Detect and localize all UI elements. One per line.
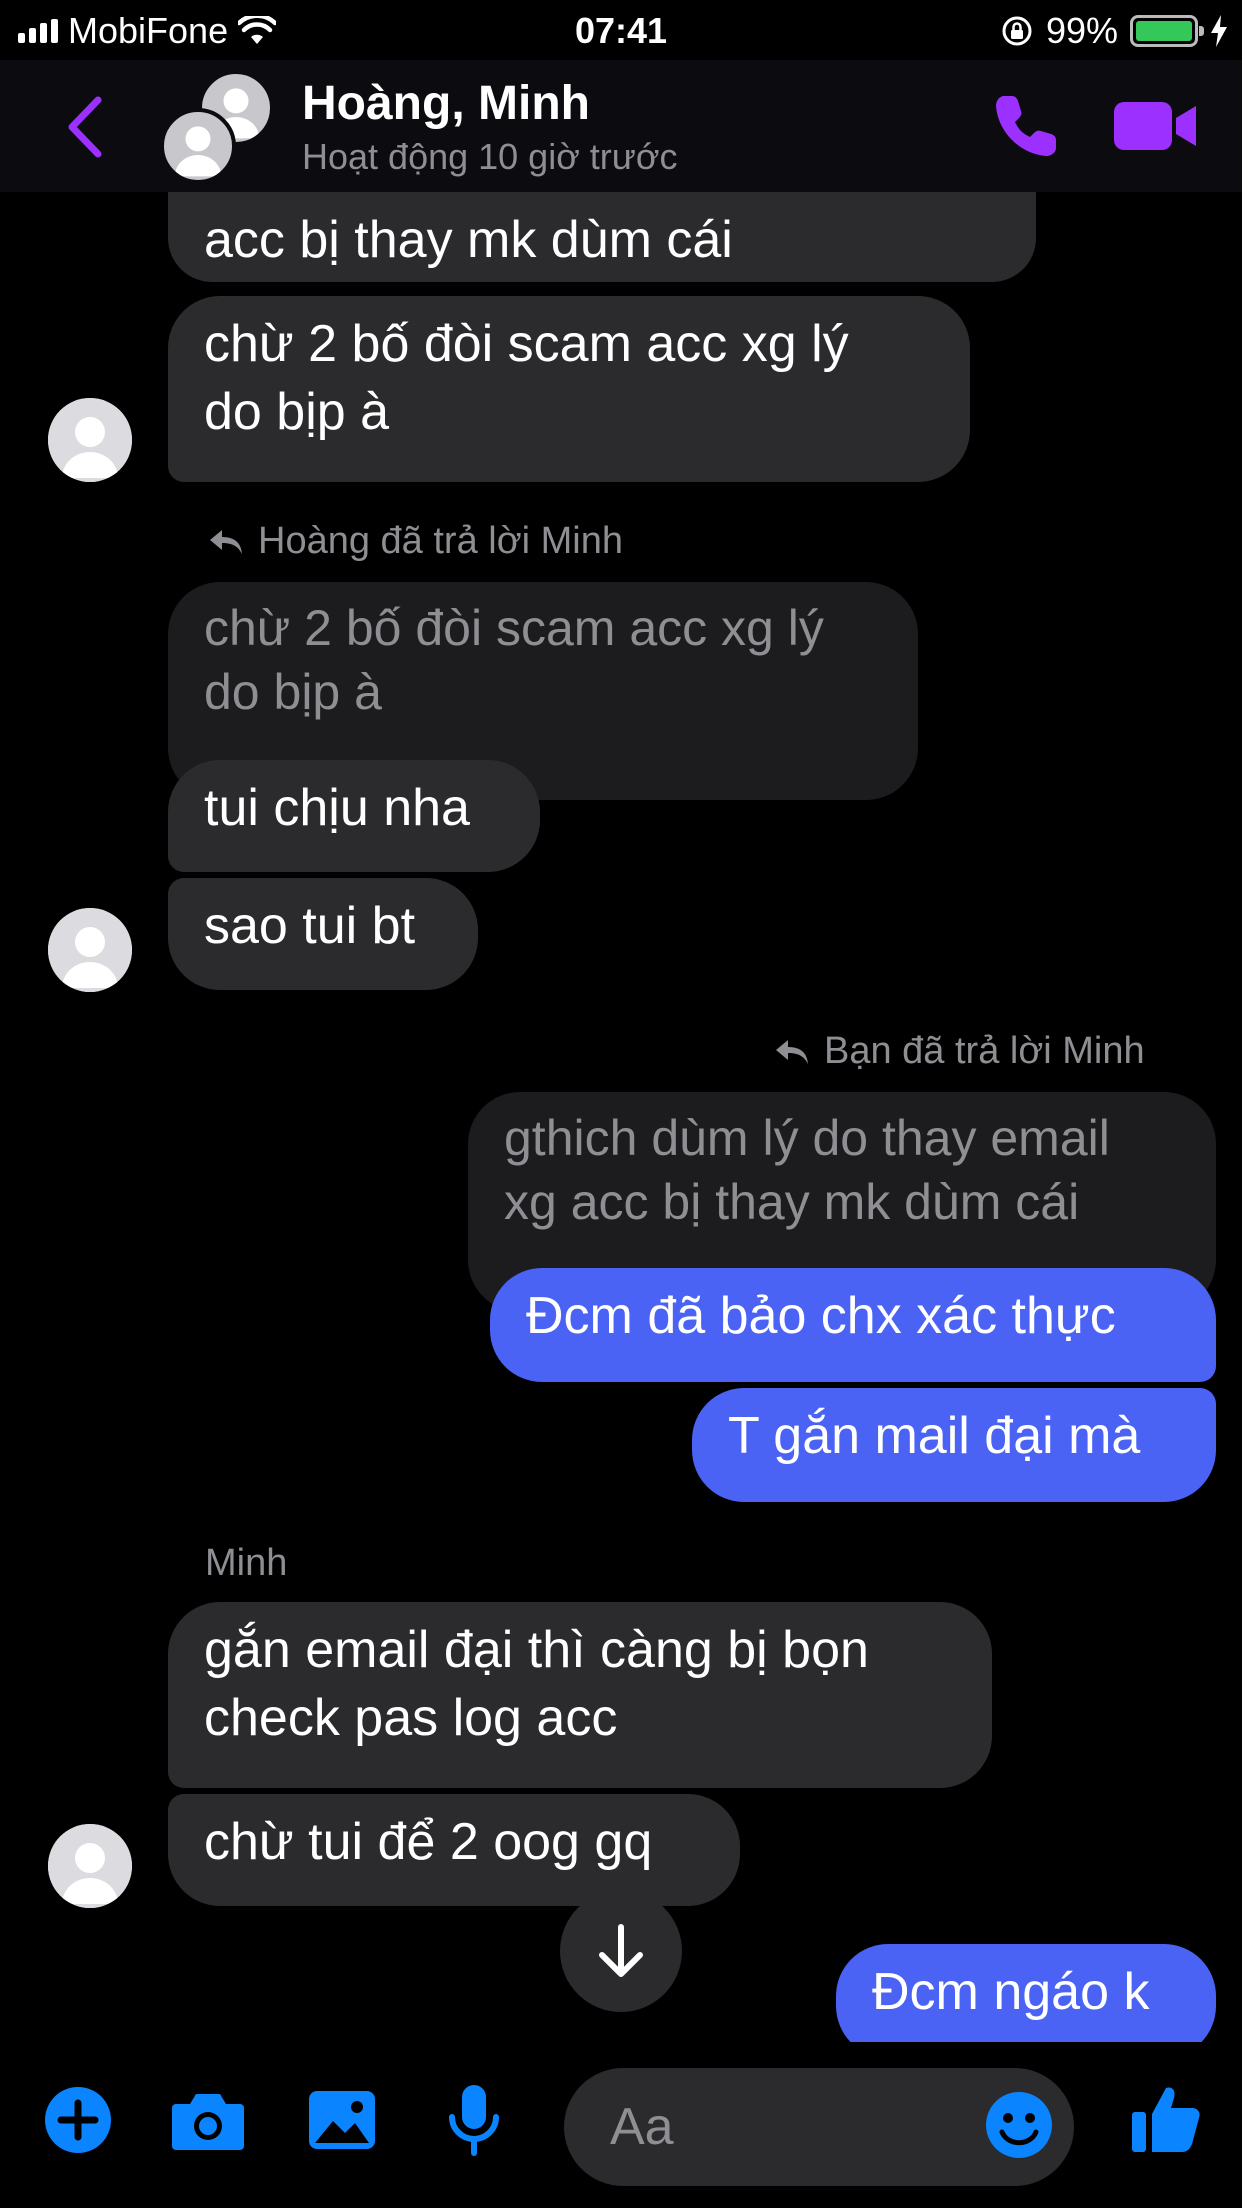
message-outgoing[interactable]: Đcm đã bảo chx xác thực <box>490 1268 1216 1382</box>
scroll-to-bottom-button[interactable] <box>560 1890 682 2012</box>
group-avatar[interactable] <box>160 70 280 190</box>
reply-icon <box>776 1039 808 1064</box>
back-icon[interactable] <box>60 92 110 162</box>
message-incoming[interactable]: acc bị thay mk dùm cái <box>168 192 1036 282</box>
mic-icon <box>449 2085 499 2156</box>
sender-avatar[interactable] <box>48 908 132 992</box>
message-outgoing[interactable]: T gắn mail đại mà <box>692 1388 1216 1502</box>
conversation-title[interactable]: Hoàng, Minh <box>302 76 590 131</box>
voice-button[interactable] <box>436 2082 512 2158</box>
camera-button[interactable] <box>170 2082 246 2158</box>
message-incoming[interactable]: gắn email đại thì càng bị bọn check pas … <box>168 1602 992 1788</box>
emoji-icon[interactable] <box>984 2090 1054 2160</box>
arrow-down-icon <box>599 1924 643 1977</box>
reply-indicator: Hoàng đã trả lời Minh <box>208 520 623 563</box>
message-input-container[interactable] <box>564 2068 1074 2186</box>
rotation-lock-icon <box>1002 16 1032 46</box>
sender-avatar[interactable] <box>48 398 132 482</box>
video-icon[interactable] <box>1112 96 1198 156</box>
message-outgoing[interactable]: Đcm ngáo k <box>836 1944 1216 2042</box>
reply-icon <box>210 529 242 554</box>
camera-icon <box>172 2094 244 2150</box>
more-actions-button[interactable] <box>40 2082 116 2158</box>
avatar-minh <box>160 108 236 184</box>
message-input[interactable] <box>610 2068 970 2186</box>
message-incoming[interactable]: sao tui bt <box>168 878 478 990</box>
status-bar: MobiFone 07:41 99% <box>0 0 1242 60</box>
conversation-header: Hoàng, Minh Hoạt động 10 giờ trước <box>0 60 1242 192</box>
sender-avatar[interactable] <box>48 1824 132 1908</box>
battery-percent: 99% <box>1045 10 1118 51</box>
message-list[interactable]: acc bị thay mk dùm cái chừ 2 bố đòi scam… <box>0 192 1242 2042</box>
message-incoming[interactable]: tui chịu nha <box>168 760 540 872</box>
message-incoming[interactable]: chừ 2 bố đòi scam acc xg lý do bịp à <box>168 296 970 482</box>
active-status: Hoạt động 10 giờ trước <box>302 136 678 177</box>
composer-bar <box>0 2042 1242 2208</box>
battery-icon <box>1130 15 1204 47</box>
thumbs-up-icon <box>1132 2087 1200 2152</box>
like-button[interactable] <box>1124 2076 1208 2160</box>
plus-icon <box>45 2087 111 2153</box>
charging-icon <box>1211 15 1227 47</box>
gallery-button[interactable] <box>304 2082 380 2158</box>
reply-indicator: Bạn đã trả lời Minh <box>774 1030 1145 1073</box>
message-incoming[interactable]: chừ tui để 2 oog gq <box>168 1794 740 1906</box>
image-icon <box>309 2091 375 2149</box>
sender-name: Minh <box>205 1542 288 1584</box>
phone-icon[interactable] <box>990 90 1062 162</box>
